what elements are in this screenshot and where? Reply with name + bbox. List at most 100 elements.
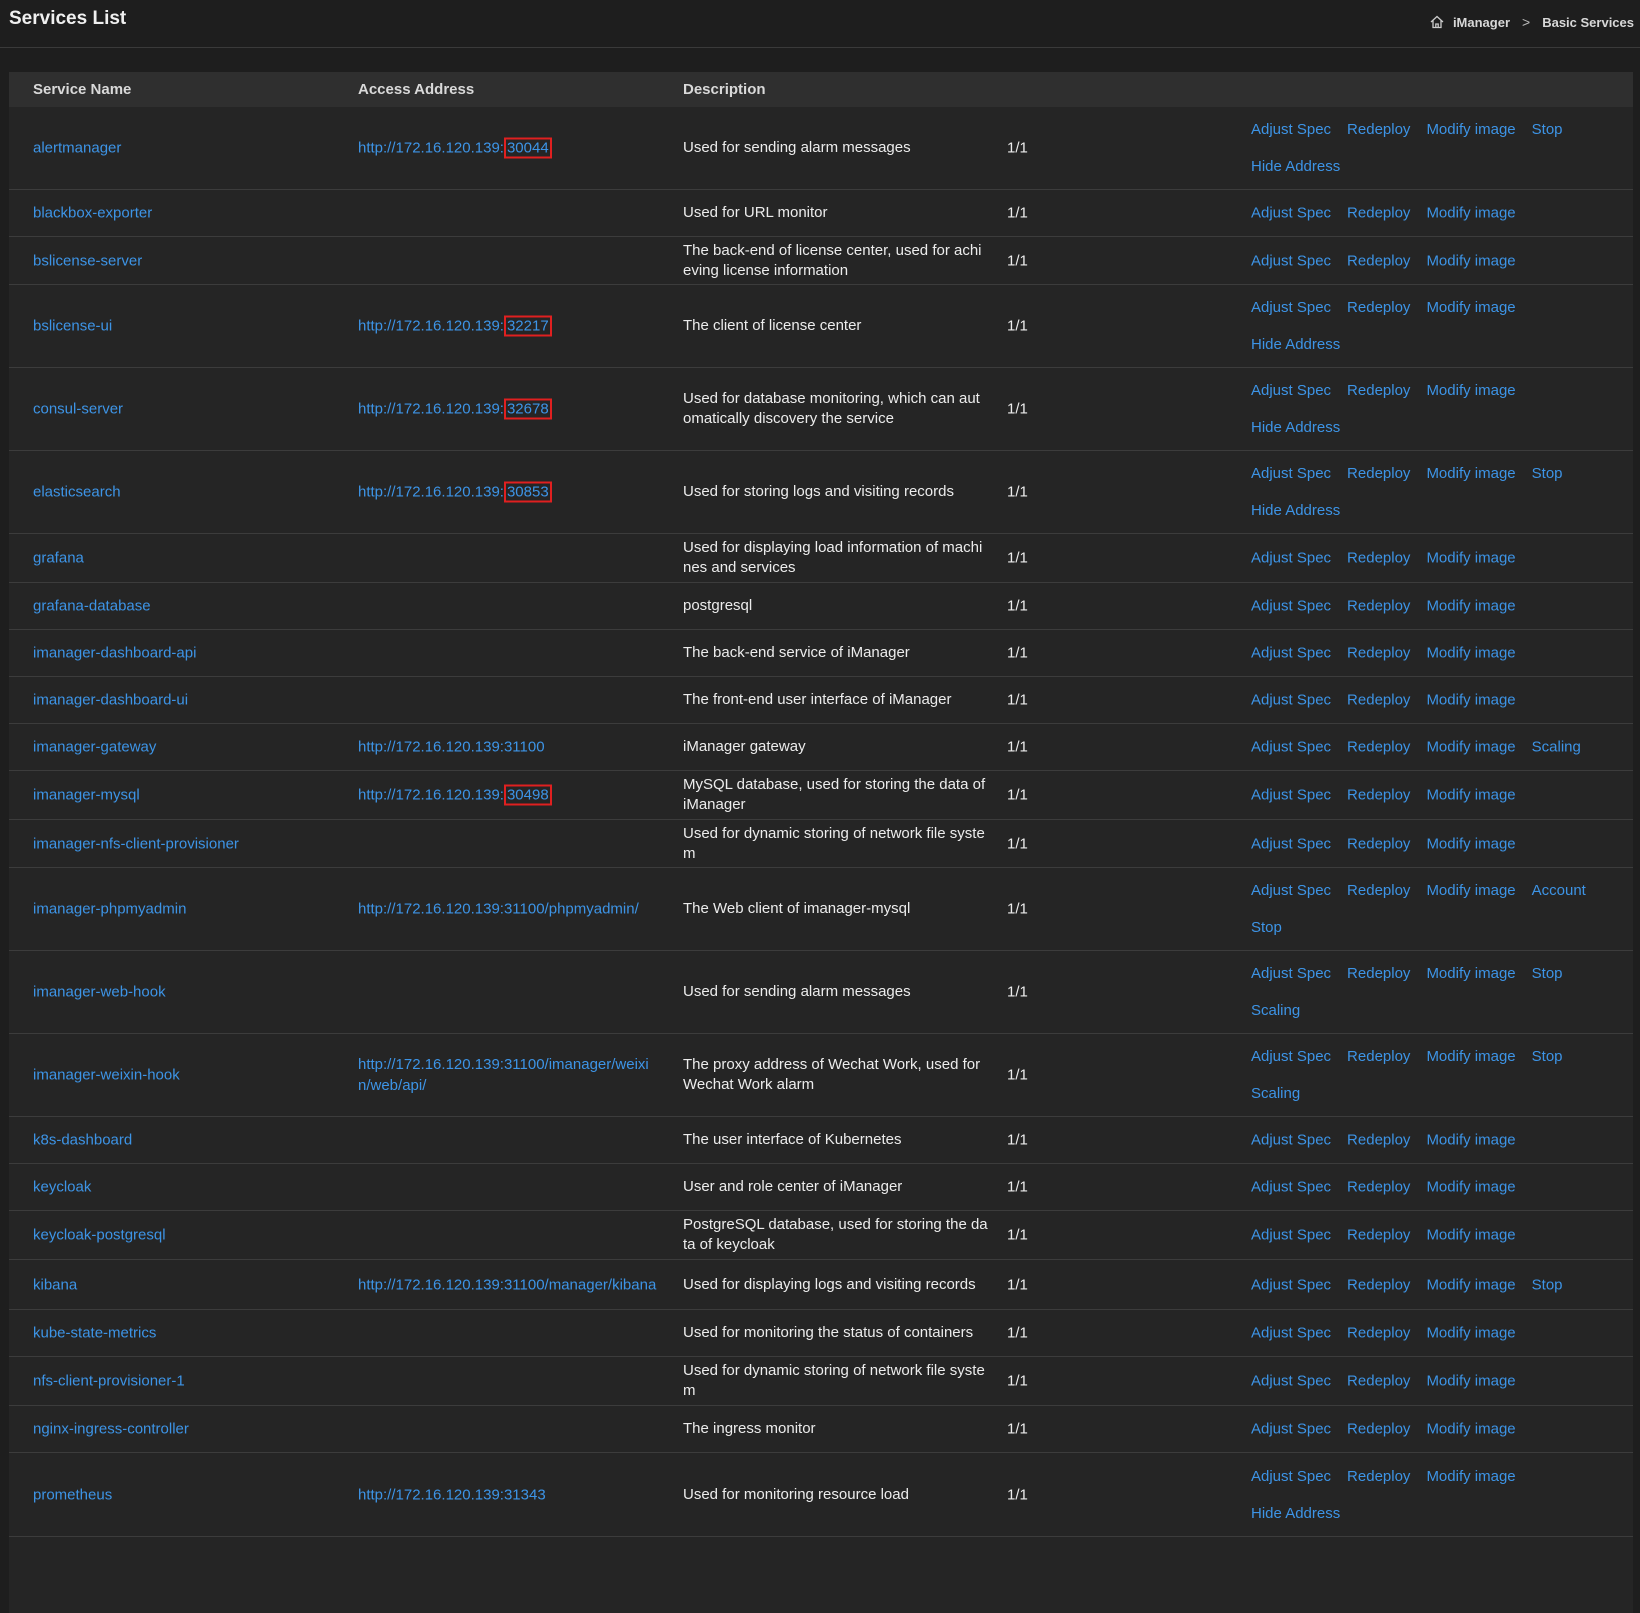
adjust-spec-link[interactable]: Adjust Spec [1251, 299, 1331, 316]
redeploy-link[interactable]: Redeploy [1347, 299, 1410, 316]
service-name-link[interactable]: imanager-gateway [33, 739, 156, 756]
redeploy-link[interactable]: Redeploy [1347, 1048, 1410, 1065]
modify-image-link[interactable]: Modify image [1426, 1468, 1515, 1485]
adjust-spec-link[interactable]: Adjust Spec [1251, 1132, 1331, 1149]
adjust-spec-link[interactable]: Adjust Spec [1251, 1227, 1331, 1244]
access-address-link[interactable]: http://172.16.120.139: 30853 [358, 481, 552, 503]
adjust-spec-link[interactable]: Adjust Spec [1251, 252, 1331, 269]
modify-image-link[interactable]: Modify image [1426, 835, 1515, 852]
account-link[interactable]: Account [1532, 882, 1586, 899]
adjust-spec-link[interactable]: Adjust Spec [1251, 645, 1331, 662]
adjust-spec-link[interactable]: Adjust Spec [1251, 787, 1331, 804]
adjust-spec-link[interactable]: Adjust Spec [1251, 1179, 1331, 1196]
modify-image-link[interactable]: Modify image [1426, 382, 1515, 399]
modify-image-link[interactable]: Modify image [1426, 1048, 1515, 1065]
adjust-spec-link[interactable]: Adjust Spec [1251, 1048, 1331, 1065]
redeploy-link[interactable]: Redeploy [1347, 645, 1410, 662]
modify-image-link[interactable]: Modify image [1426, 692, 1515, 709]
redeploy-link[interactable]: Redeploy [1347, 121, 1410, 138]
stop-link[interactable]: Stop [1532, 965, 1563, 982]
adjust-spec-link[interactable]: Adjust Spec [1251, 598, 1331, 615]
access-address-link[interactable]: http://172.16.120.139:31100 [358, 739, 545, 756]
access-address-link[interactable]: http://172.16.120.139: 30498 [358, 784, 552, 806]
redeploy-link[interactable]: Redeploy [1347, 382, 1410, 399]
service-name-link[interactable]: imanager-web-hook [33, 984, 166, 1001]
modify-image-link[interactable]: Modify image [1426, 1179, 1515, 1196]
service-name-link[interactable]: keycloak [33, 1179, 91, 1196]
redeploy-link[interactable]: Redeploy [1347, 1373, 1410, 1390]
redeploy-link[interactable]: Redeploy [1347, 1468, 1410, 1485]
redeploy-link[interactable]: Redeploy [1347, 1325, 1410, 1342]
hide-address-link[interactable]: Hide Address [1251, 336, 1340, 353]
modify-image-link[interactable]: Modify image [1426, 739, 1515, 756]
adjust-spec-link[interactable]: Adjust Spec [1251, 965, 1331, 982]
service-name-link[interactable]: imanager-dashboard-ui [33, 692, 188, 709]
redeploy-link[interactable]: Redeploy [1347, 965, 1410, 982]
modify-image-link[interactable]: Modify image [1426, 1373, 1515, 1390]
adjust-spec-link[interactable]: Adjust Spec [1251, 1373, 1331, 1390]
service-name-link[interactable]: kibana [33, 1276, 77, 1293]
access-address-link[interactable]: http://172.16.120.139:31100/imanager/wei… [358, 1056, 649, 1094]
service-name-link[interactable]: imanager-weixin-hook [33, 1067, 180, 1084]
service-name-link[interactable]: kube-state-metrics [33, 1325, 156, 1342]
modify-image-link[interactable]: Modify image [1426, 205, 1515, 222]
service-name-link[interactable]: grafana [33, 550, 84, 567]
service-name-link[interactable]: blackbox-exporter [33, 205, 152, 222]
redeploy-link[interactable]: Redeploy [1347, 1421, 1410, 1438]
access-address-link[interactable]: http://172.16.120.139:31343 [358, 1486, 546, 1503]
adjust-spec-link[interactable]: Adjust Spec [1251, 1325, 1331, 1342]
access-address-link[interactable]: http://172.16.120.139:31100/phpmyadmin/ [358, 901, 639, 918]
scaling-link[interactable]: Scaling [1532, 739, 1581, 756]
breadcrumb-imanager[interactable]: iManager [1453, 15, 1510, 30]
redeploy-link[interactable]: Redeploy [1347, 1276, 1410, 1293]
stop-link[interactable]: Stop [1532, 121, 1563, 138]
modify-image-link[interactable]: Modify image [1426, 882, 1515, 899]
redeploy-link[interactable]: Redeploy [1347, 465, 1410, 482]
service-name-link[interactable]: prometheus [33, 1486, 112, 1503]
modify-image-link[interactable]: Modify image [1426, 965, 1515, 982]
access-address-link[interactable]: http://172.16.120.139: 30044 [358, 137, 552, 159]
modify-image-link[interactable]: Modify image [1426, 1227, 1515, 1244]
adjust-spec-link[interactable]: Adjust Spec [1251, 835, 1331, 852]
adjust-spec-link[interactable]: Adjust Spec [1251, 465, 1331, 482]
service-name-link[interactable]: nfs-client-provisioner-1 [33, 1373, 185, 1390]
stop-link[interactable]: Stop [1532, 1048, 1563, 1065]
modify-image-link[interactable]: Modify image [1426, 598, 1515, 615]
hide-address-link[interactable]: Hide Address [1251, 1505, 1340, 1522]
redeploy-link[interactable]: Redeploy [1347, 739, 1410, 756]
access-address-link[interactable]: http://172.16.120.139: 32678 [358, 398, 552, 420]
redeploy-link[interactable]: Redeploy [1347, 205, 1410, 222]
redeploy-link[interactable]: Redeploy [1347, 252, 1410, 269]
modify-image-link[interactable]: Modify image [1426, 787, 1515, 804]
service-name-link[interactable]: grafana-database [33, 598, 151, 615]
home-icon[interactable] [1429, 14, 1445, 30]
redeploy-link[interactable]: Redeploy [1347, 882, 1410, 899]
stop-link[interactable]: Stop [1251, 919, 1282, 936]
adjust-spec-link[interactable]: Adjust Spec [1251, 205, 1331, 222]
redeploy-link[interactable]: Redeploy [1347, 1179, 1410, 1196]
stop-link[interactable]: Stop [1532, 465, 1563, 482]
modify-image-link[interactable]: Modify image [1426, 1132, 1515, 1149]
scaling-link[interactable]: Scaling [1251, 1085, 1300, 1102]
hide-address-link[interactable]: Hide Address [1251, 502, 1340, 519]
redeploy-link[interactable]: Redeploy [1347, 692, 1410, 709]
redeploy-link[interactable]: Redeploy [1347, 835, 1410, 852]
service-name-link[interactable]: imanager-dashboard-api [33, 645, 196, 662]
modify-image-link[interactable]: Modify image [1426, 299, 1515, 316]
service-name-link[interactable]: imanager-phpmyadmin [33, 901, 186, 918]
redeploy-link[interactable]: Redeploy [1347, 787, 1410, 804]
service-name-link[interactable]: k8s-dashboard [33, 1132, 132, 1149]
redeploy-link[interactable]: Redeploy [1347, 1227, 1410, 1244]
adjust-spec-link[interactable]: Adjust Spec [1251, 1276, 1331, 1293]
service-name-link[interactable]: imanager-nfs-client-provisioner [33, 835, 239, 852]
modify-image-link[interactable]: Modify image [1426, 1276, 1515, 1293]
adjust-spec-link[interactable]: Adjust Spec [1251, 1468, 1331, 1485]
service-name-link[interactable]: nginx-ingress-controller [33, 1421, 189, 1438]
service-name-link[interactable]: consul-server [33, 401, 123, 418]
adjust-spec-link[interactable]: Adjust Spec [1251, 1421, 1331, 1438]
hide-address-link[interactable]: Hide Address [1251, 419, 1340, 436]
modify-image-link[interactable]: Modify image [1426, 1421, 1515, 1438]
service-name-link[interactable]: alertmanager [33, 140, 121, 157]
adjust-spec-link[interactable]: Adjust Spec [1251, 882, 1331, 899]
redeploy-link[interactable]: Redeploy [1347, 598, 1410, 615]
